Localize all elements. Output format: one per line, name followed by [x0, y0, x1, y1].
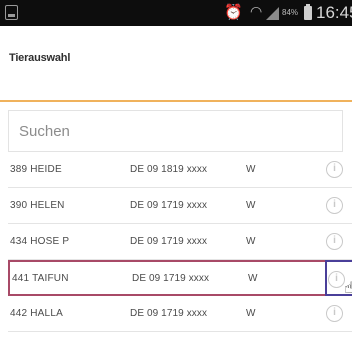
info-icon[interactable]: i [326, 305, 343, 322]
list-item[interactable]: 434 HOSE P DE 09 1719 xxxx W i [8, 224, 352, 260]
signal-icon [266, 7, 279, 20]
info-icon[interactable]: i [328, 271, 345, 288]
battery-percentage: 84% [282, 8, 299, 17]
hand-cursor-icon: ☝ [344, 280, 352, 297]
animal-sex: W [246, 200, 256, 211]
animal-ear-tag: DE 09 1719 xxxx [130, 308, 208, 319]
animal-ear-tag: DE 09 1719 xxxx [130, 200, 208, 211]
animal-sex: W [248, 273, 258, 284]
clock: 16:45 [316, 3, 352, 22]
info-icon[interactable]: i [326, 197, 343, 214]
animal-sex: W [246, 236, 256, 247]
wifi-icon: ◠ [250, 3, 263, 19]
screenshot-icon [5, 5, 18, 20]
alarm-icon: ⏰ [224, 4, 243, 21]
animal-name: 434 HOSE P [10, 236, 70, 247]
animal-sex: W [246, 308, 256, 319]
animal-name: 389 HEIDE [10, 164, 62, 175]
animal-ear-tag: DE 09 1819 xxxx [130, 164, 208, 175]
search-input[interactable] [8, 110, 343, 152]
list-item-selected[interactable]: 441 TAIFUN DE 09 1719 xxxx W i ☝ [8, 260, 352, 297]
animal-name: 441 TAIFUN [12, 273, 69, 284]
info-icon[interactable]: i [326, 161, 343, 178]
list-item[interactable]: 442 HALLA DE 09 1719 xxxx W i [8, 296, 352, 332]
page-title: Tierauswahl [9, 52, 71, 64]
status-bar: ⏰ ◠ 84% 16:45 [0, 0, 352, 26]
animal-ear-tag: DE 09 1719 xxxx [132, 273, 210, 284]
animal-name: 390 HELEN [10, 200, 65, 211]
animal-name: 442 HALLA [10, 308, 63, 319]
list-item[interactable]: 390 HELEN DE 09 1719 xxxx W i [8, 188, 352, 224]
animal-ear-tag: DE 09 1719 xxxx [130, 236, 208, 247]
app-bar: Tierauswahl [0, 26, 352, 102]
animal-list: 389 HEIDE DE 09 1819 xxxx W i 390 HELEN … [8, 152, 352, 332]
info-icon[interactable]: i [326, 233, 343, 250]
battery-icon [304, 4, 312, 20]
list-item[interactable]: 389 HEIDE DE 09 1819 xxxx W i [8, 152, 352, 188]
animal-sex: W [246, 164, 256, 175]
